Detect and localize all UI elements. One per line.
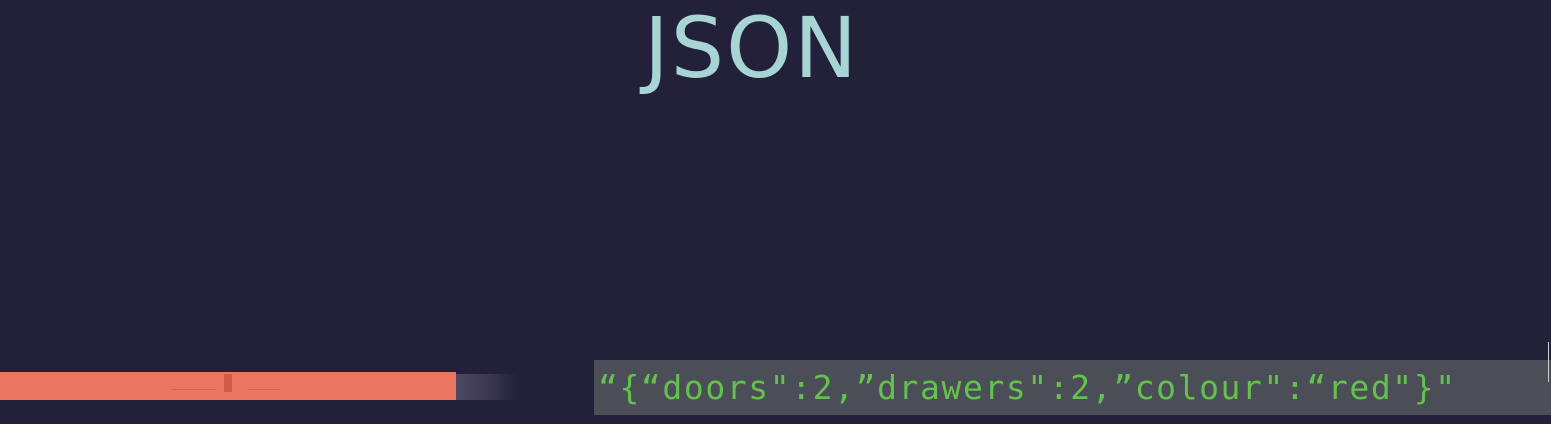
slide-canvas: JSON “{“doors":2,”drawers":2,”colour":“r… [0,0,1551,424]
edge-divider [1548,342,1549,382]
furniture-illustration [0,372,456,400]
json-code-string: “{“doors":2,”drawers":2,”colour":“red"}" [598,368,1457,407]
furniture-detail-line [172,389,216,390]
json-code-box: “{“doors":2,”drawers":2,”colour":“red"}" [594,360,1551,415]
slide-title: JSON [643,0,860,97]
furniture-shadow [456,374,518,400]
furniture-handle [224,374,232,392]
furniture-detail-line [248,389,280,390]
